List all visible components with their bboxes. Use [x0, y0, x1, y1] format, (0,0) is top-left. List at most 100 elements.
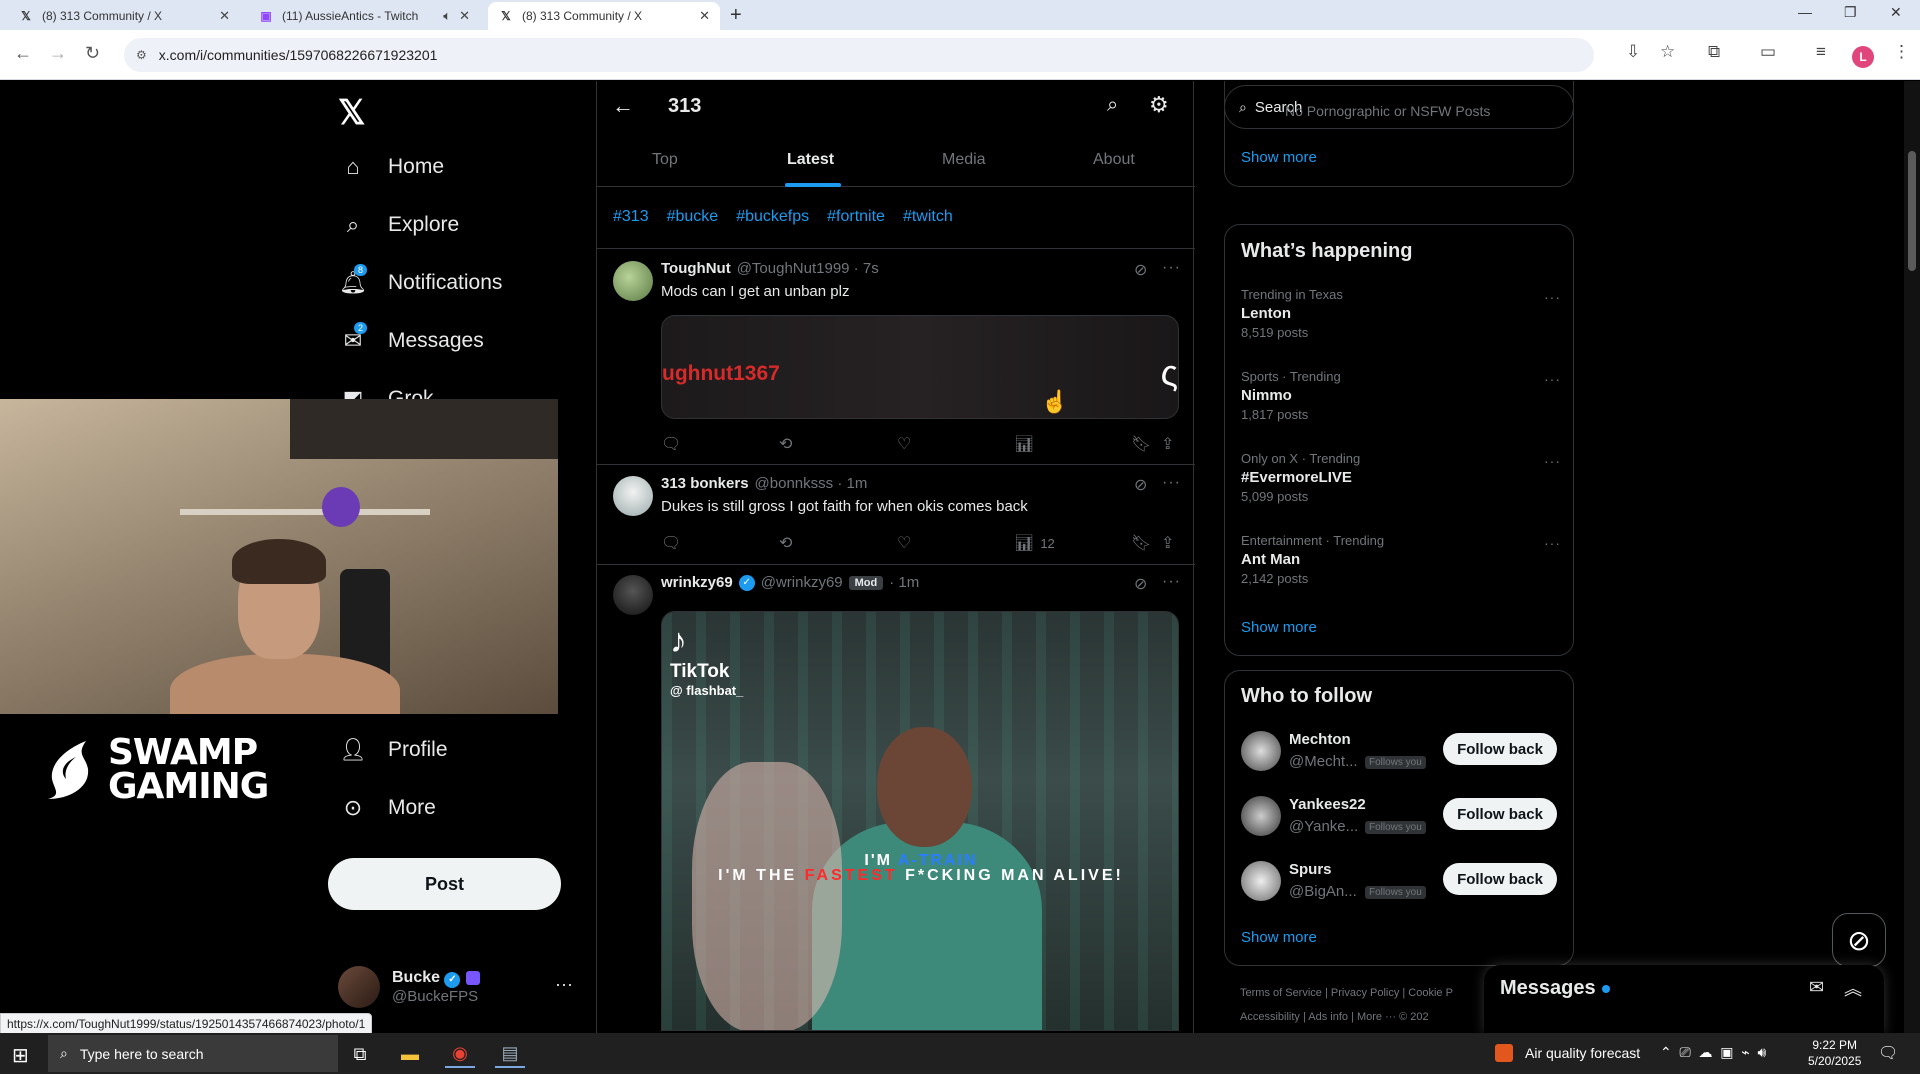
minimize-icon[interactable]: —: [1798, 4, 1812, 20]
post-button[interactable]: Post: [328, 858, 561, 910]
reply-icon[interactable]: 🗨︎: [661, 434, 681, 454]
nav-more[interactable]: ⊙ More: [338, 795, 436, 821]
restore-icon[interactable]: ❐: [1844, 4, 1857, 21]
scrollbar[interactable]: [1904, 81, 1920, 1033]
tweet[interactable]: ToughNut @ToughNut1999 · 7s Mods can I g…: [597, 249, 1195, 465]
back-arrow-icon[interactable]: ←: [612, 93, 634, 119]
extensions-icon[interactable]: ⧉: [1708, 42, 1720, 62]
notification-center-icon[interactable]: 🗨︎: [1878, 1043, 1898, 1063]
follow-suggestion[interactable]: Yankees22 @Yanke... Follows you Follow b…: [1241, 794, 1561, 840]
avatar[interactable]: [1241, 731, 1281, 771]
media-control-icon[interactable]: ≡: [1816, 42, 1826, 62]
windows-start-icon[interactable]: ⊞: [12, 1043, 29, 1068]
scrollbar-thumb[interactable]: [1908, 151, 1916, 271]
show-more-link[interactable]: Show more: [1241, 929, 1317, 946]
install-icon[interactable]: ⇩: [1626, 42, 1640, 62]
tab-about[interactable]: About: [1093, 151, 1135, 169]
system-tray-icons[interactable]: ⌃ ⎚ ☁ ▣ ⌁ 🔊︎: [1660, 1044, 1766, 1061]
retweet-icon[interactable]: ⟲: [779, 434, 792, 454]
profile-avatar[interactable]: L: [1852, 46, 1874, 68]
tweet-media-image[interactable]: ughnut1367 ς: [661, 315, 1179, 419]
hashtag-link[interactable]: #fortnite: [827, 208, 885, 226]
tab-media[interactable]: Media: [942, 151, 986, 169]
back-icon[interactable]: ←: [14, 43, 32, 64]
taskbar-search[interactable]: ⌕ Type here to search: [48, 1035, 338, 1072]
gear-icon[interactable]: ⚙: [1149, 92, 1169, 118]
bookmark-icon[interactable]: 🔖︎: [1131, 434, 1151, 454]
account-switcher[interactable]: Bucke ✓ @BuckeFPS: [338, 966, 481, 1008]
tweet[interactable]: wrinkzy69 ✓ @wrinkzy69 Mod · 1m ⊘ ··· ♪ …: [597, 565, 1195, 1033]
retweet-icon[interactable]: ⟲: [779, 533, 792, 553]
file-explorer-icon[interactable]: ▬: [395, 1040, 425, 1068]
browser-tab-2[interactable]: ▣ (11) AussieAntics - Twitch 🔈︎ ✕: [248, 2, 480, 30]
more-dots-icon[interactable]: ···: [1544, 535, 1561, 551]
cast-icon[interactable]: ▭: [1760, 42, 1776, 62]
share-icon[interactable]: ⇪: [1161, 434, 1174, 454]
trend-item[interactable]: Sports · Trending Nimmo 1,817 posts ···: [1241, 369, 1561, 422]
close-icon[interactable]: ✕: [699, 8, 710, 24]
reply-icon[interactable]: 🗨︎: [661, 533, 681, 553]
trend-item[interactable]: Entertainment · Trending Ant Man 2,142 p…: [1241, 533, 1561, 586]
bookmark-star-icon[interactable]: ☆: [1660, 42, 1675, 62]
tweet-author-handle[interactable]: @wrinkzy69: [761, 574, 843, 591]
weather-widget[interactable]: Air quality forecast: [1495, 1044, 1640, 1062]
show-more-link[interactable]: Show more: [1241, 619, 1317, 636]
more-dots-icon[interactable]: ···: [1162, 259, 1181, 277]
speaker-icon[interactable]: 🔈︎: [443, 8, 451, 24]
follow-back-button[interactable]: Follow back: [1443, 863, 1557, 895]
new-tab-icon[interactable]: +: [730, 4, 742, 27]
more-dots-icon[interactable]: ···: [1544, 371, 1561, 387]
views-icon[interactable]: 📊︎ 12: [1014, 533, 1055, 553]
follow-suggestion[interactable]: Mechton @Mecht... Follows you Follow bac…: [1241, 729, 1561, 775]
tab-latest[interactable]: Latest: [787, 151, 834, 169]
tweet[interactable]: 313 bonkers @bonnksss · 1m Dukes is stil…: [597, 465, 1195, 565]
nav-home[interactable]: ⌂ Home: [338, 154, 444, 180]
tweet-author-name[interactable]: wrinkzy69: [661, 574, 733, 591]
window-close-icon[interactable]: ✕: [1890, 4, 1902, 21]
more-dots-icon[interactable]: ···: [555, 974, 573, 995]
tweet-author-name[interactable]: ToughNut: [661, 260, 731, 277]
grok-icon[interactable]: ⊘: [1134, 260, 1147, 280]
nav-explore[interactable]: ⌕ Explore: [338, 212, 459, 238]
site-info-icon[interactable]: ⚙: [136, 48, 147, 62]
task-view-icon[interactable]: ⧉: [345, 1040, 375, 1068]
bookmark-icon[interactable]: 🔖︎: [1131, 533, 1151, 553]
close-icon[interactable]: ✕: [219, 8, 230, 24]
app-icon[interactable]: ▤: [495, 1040, 525, 1068]
chrome-icon[interactable]: ◉: [445, 1040, 475, 1068]
more-dots-icon[interactable]: ···: [1544, 453, 1561, 469]
grok-icon[interactable]: ⊘: [1134, 574, 1147, 594]
nav-notifications[interactable]: 🔔︎ 8 Notifications: [338, 264, 502, 296]
chevron-up-icon[interactable]: ︽: [1844, 975, 1862, 1001]
footer-links[interactable]: Terms of Service | Privacy Policy | Cook…: [1240, 987, 1453, 999]
new-message-icon[interactable]: ✉: [1809, 977, 1824, 998]
x-logo-icon[interactable]: 𝕏: [338, 93, 365, 133]
like-icon[interactable]: ♡: [897, 533, 911, 553]
grok-icon[interactable]: ⊘: [1134, 475, 1147, 495]
more-dots-icon[interactable]: ···: [1544, 289, 1561, 305]
trend-item[interactable]: Only on X · Trending #EvermoreLIVE 5,099…: [1241, 451, 1561, 504]
tweet-time[interactable]: 1m: [847, 475, 868, 492]
trend-item[interactable]: Trending in Texas Lenton 8,519 posts ···: [1241, 287, 1561, 340]
browser-tab-3[interactable]: 𝕏 (8) 313 Community / X ✕: [488, 2, 720, 30]
follow-suggestion[interactable]: Spurs @BigAn... Follows you Follow back: [1241, 859, 1561, 905]
show-more-link[interactable]: Show more: [1241, 149, 1317, 166]
hashtag-link[interactable]: #twitch: [903, 208, 953, 226]
clock[interactable]: 9:22 PM 5/20/2025: [1808, 1037, 1861, 1069]
tweet-author-handle[interactable]: @bonnksss: [755, 475, 834, 492]
hashtag-link[interactable]: #313: [613, 208, 649, 226]
address-bar[interactable]: ⚙ x.com/i/communities/159706822667192320…: [124, 38, 1594, 72]
tweet-author-name[interactable]: 313 bonkers: [661, 475, 749, 492]
messages-drawer[interactable]: Messages ✉ ︽: [1484, 965, 1884, 1033]
views-icon[interactable]: 📊︎: [1014, 434, 1040, 454]
search-icon[interactable]: ⌕: [1107, 94, 1118, 117]
tweet-media-video[interactable]: ♪ TikTok @ flashbat_ I'M A-TRAIN I'M THE…: [661, 611, 1179, 1031]
browser-tab-1[interactable]: 𝕏 (8) 313 Community / X ✕: [8, 2, 240, 30]
avatar[interactable]: [613, 575, 653, 615]
reload-icon[interactable]: ↻: [85, 43, 100, 64]
tweet-author-handle[interactable]: @ToughNut1999: [737, 260, 850, 277]
tab-top[interactable]: Top: [652, 151, 678, 169]
close-icon[interactable]: ✕: [459, 8, 470, 24]
browser-menu-icon[interactable]: ⋮: [1893, 42, 1910, 62]
avatar[interactable]: [613, 261, 653, 301]
